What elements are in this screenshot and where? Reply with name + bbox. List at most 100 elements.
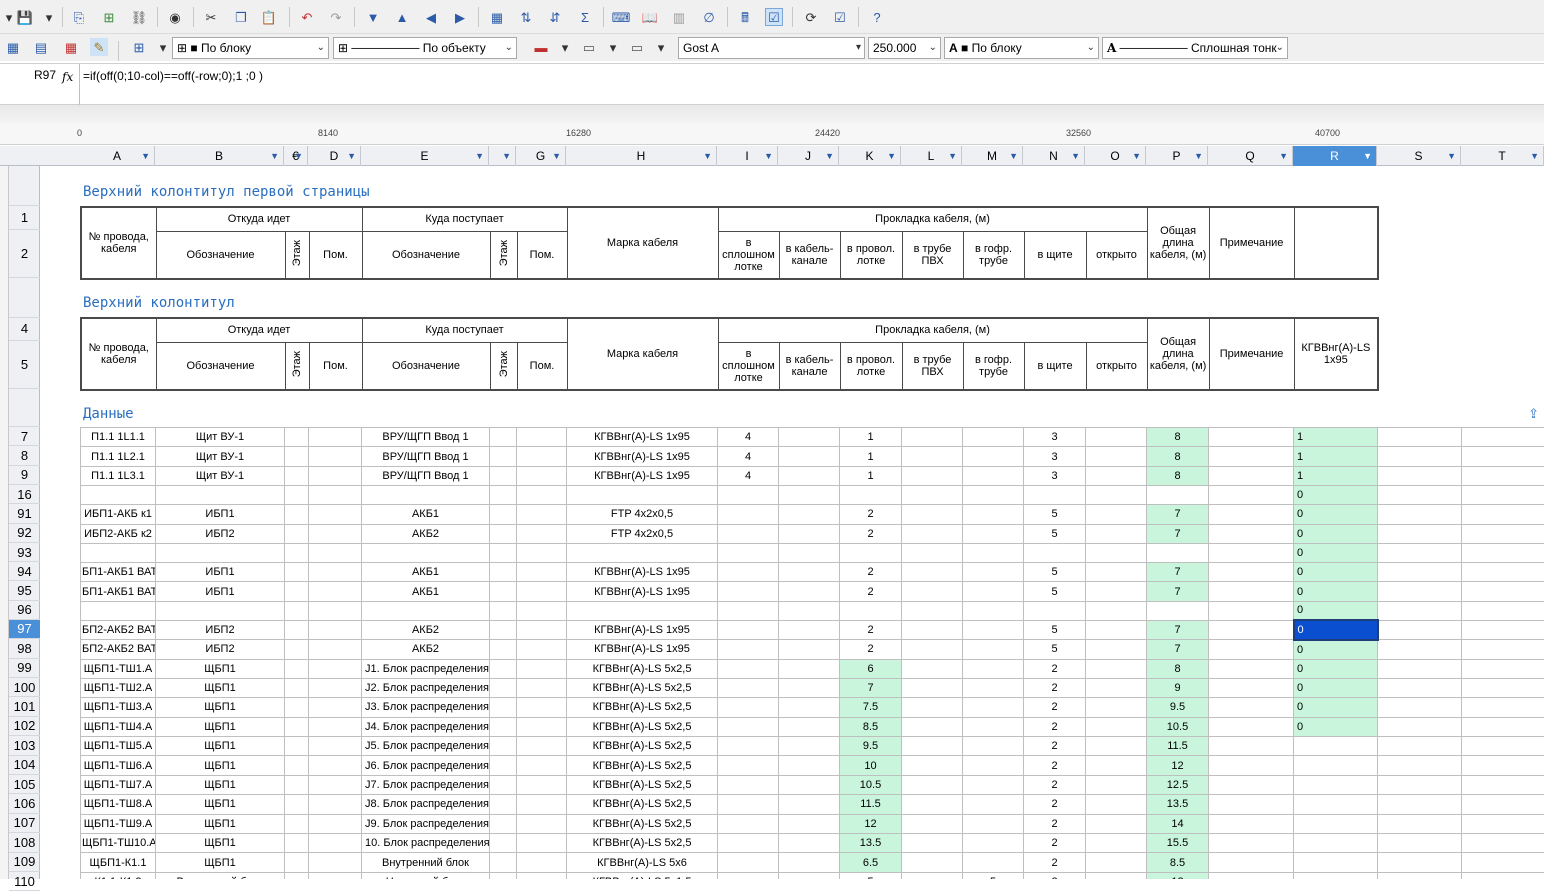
table-cell[interactable] (1086, 640, 1147, 659)
table-cell[interactable] (1462, 466, 1544, 485)
table-cell[interactable]: АКБ2 (362, 524, 490, 543)
table-cell[interactable] (517, 872, 567, 879)
table-cell[interactable] (1086, 698, 1147, 717)
table-cell[interactable] (902, 524, 963, 543)
table-cell[interactable]: FTP 4x2x0,5 (567, 524, 718, 543)
table-cell[interactable] (963, 678, 1024, 697)
table-cell[interactable] (1378, 466, 1462, 485)
line-color-icon[interactable]: ▬ (532, 38, 550, 56)
table-cell[interactable] (490, 640, 517, 659)
table-cell[interactable]: 0 (1294, 601, 1378, 620)
row-header[interactable]: 8 (9, 446, 40, 465)
table-cell[interactable] (963, 659, 1024, 678)
table-cell[interactable] (490, 466, 517, 485)
table-cell[interactable] (963, 486, 1024, 505)
table-cell[interactable]: БП2-АКБ2 ВАТ (81, 640, 156, 659)
table-cell[interactable]: 2 (840, 524, 902, 543)
table-cell[interactable] (1086, 562, 1147, 581)
table-cell[interactable]: 2 (1024, 872, 1086, 879)
table-cell[interactable]: 10. Блок распределения (362, 834, 490, 853)
sheet[interactable]: Верхний колонтитул первой страницы Верхн… (40, 166, 1544, 879)
table-cell[interactable]: 0 (1294, 640, 1378, 659)
table-cell[interactable] (517, 524, 567, 543)
table-cell[interactable] (1209, 582, 1294, 601)
table-cell[interactable]: J7. Блок распределения п (362, 775, 490, 794)
table-cell[interactable]: 2 (1024, 678, 1086, 697)
table-cell[interactable] (963, 582, 1024, 601)
table-cell[interactable]: 7 (1147, 505, 1209, 524)
table-cell[interactable] (490, 775, 517, 794)
row-header[interactable]: 104 (9, 756, 40, 775)
table-cell[interactable]: 1 (840, 447, 902, 466)
table-cell[interactable] (1209, 466, 1294, 485)
table-cell[interactable] (309, 543, 362, 562)
table-cell[interactable]: 6.5 (840, 853, 902, 872)
grid-icon[interactable]: ▦ (4, 38, 22, 56)
table-cell[interactable] (517, 756, 567, 775)
table-cell[interactable] (156, 486, 285, 505)
table-cell[interactable] (1086, 601, 1147, 620)
sort-asc-icon[interactable]: ⇅ (517, 8, 535, 26)
table-cell[interactable] (779, 872, 840, 879)
table-cell[interactable] (779, 640, 840, 659)
table-cell[interactable]: 10.5 (840, 775, 902, 794)
table-cell[interactable]: ИБП2 (156, 640, 285, 659)
table-cell[interactable] (779, 659, 840, 678)
formula-input[interactable]: =if(off(0;10-col)==off(-row;0);1 ;0 ) (79, 64, 1544, 105)
table-cell[interactable] (309, 562, 362, 581)
table-cell[interactable] (1086, 872, 1147, 879)
column-header-L[interactable]: L▼ (901, 146, 962, 166)
table-cell[interactable] (1086, 717, 1147, 736)
table-cell[interactable] (517, 795, 567, 814)
row-header[interactable]: 5 (9, 341, 40, 389)
table-cell[interactable] (490, 486, 517, 505)
table-cell[interactable] (1209, 486, 1294, 505)
table-cell[interactable] (1462, 853, 1544, 872)
table-cell[interactable]: КГВВнг(А)-LS 5х1,5 (567, 872, 718, 879)
row-header[interactable]: 2 (9, 230, 40, 278)
table-cell[interactable] (362, 601, 490, 620)
table-cell[interactable] (1462, 814, 1544, 833)
filter-arrow-icon[interactable]: ▼ (703, 146, 712, 166)
table-cell[interactable] (517, 505, 567, 524)
table-cell[interactable] (963, 640, 1024, 659)
grid3-icon[interactable]: ▦ (62, 38, 80, 56)
table-cell[interactable]: КГВВнг(А)-LS 5х6 (567, 853, 718, 872)
move-up-icon[interactable]: ▲ (393, 8, 411, 26)
cell-reference[interactable]: R97 (0, 68, 56, 82)
table-cell[interactable] (1294, 834, 1378, 853)
help-icon[interactable]: ? (868, 8, 886, 26)
table-cell[interactable] (902, 775, 963, 794)
table-cell[interactable] (779, 834, 840, 853)
block-combo[interactable]: ⊞ ■ По блоку⌄ (172, 37, 329, 59)
table-cell[interactable] (1086, 834, 1147, 853)
table-cell[interactable] (902, 853, 963, 872)
table-cell[interactable] (1024, 601, 1086, 620)
column-header-P[interactable]: P▼ (1146, 146, 1208, 166)
table-cell[interactable] (1086, 814, 1147, 833)
filter-arrow-icon[interactable]: ▼ (887, 146, 896, 166)
column-header-H[interactable]: H▼ (566, 146, 717, 166)
table-cell[interactable] (1147, 486, 1209, 505)
table-cell[interactable]: 9.5 (840, 737, 902, 756)
table-cell[interactable]: 5 (1024, 524, 1086, 543)
filter-arrow-icon[interactable]: ▼ (1009, 146, 1018, 166)
filter-arrow-icon[interactable]: ▼ (294, 146, 303, 166)
table-cell[interactable] (1462, 678, 1544, 697)
table-cell[interactable]: 7 (1147, 620, 1209, 639)
table-cell[interactable] (567, 601, 718, 620)
table-cell[interactable] (285, 775, 309, 794)
paste-icon[interactable]: 📋 (260, 8, 278, 26)
table-cell[interactable] (779, 620, 840, 639)
filter-arrow-icon[interactable]: ▼ (1071, 146, 1080, 166)
table-cell[interactable]: ЩБП1 (156, 853, 285, 872)
table-cell[interactable]: 12 (1147, 872, 1209, 879)
column-header-Q[interactable]: Q▼ (1208, 146, 1293, 166)
table-cell[interactable] (902, 756, 963, 775)
table-cell[interactable]: 9 (1147, 678, 1209, 697)
table-cell[interactable] (490, 814, 517, 833)
table-cell[interactable] (1462, 775, 1544, 794)
table-cell[interactable]: ЩБП1 (156, 775, 285, 794)
table-cell[interactable]: ЩБП1 (156, 795, 285, 814)
table-cell[interactable] (517, 853, 567, 872)
